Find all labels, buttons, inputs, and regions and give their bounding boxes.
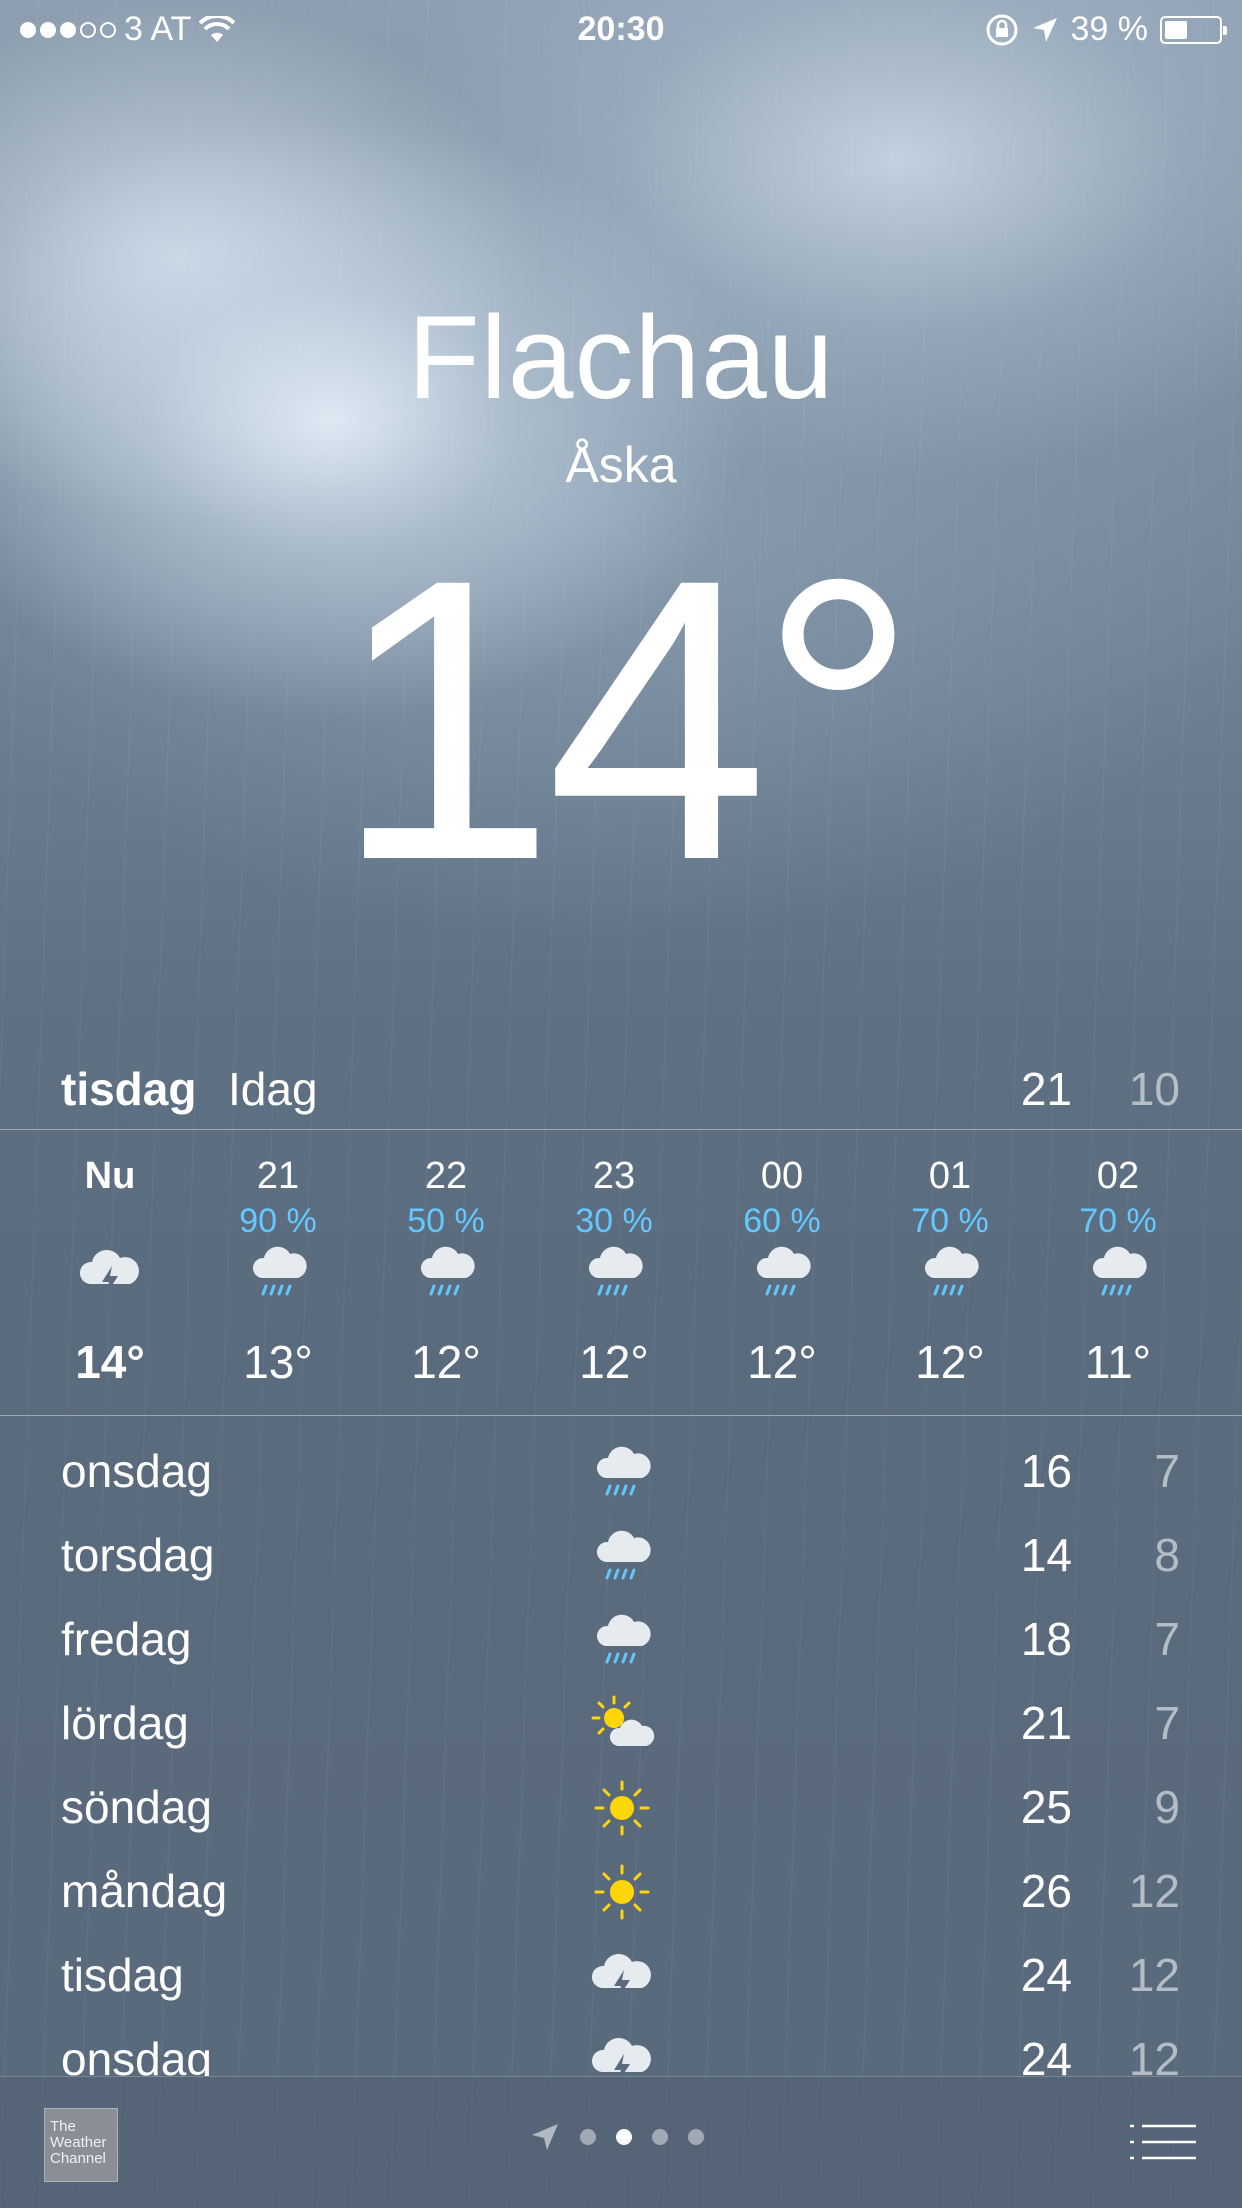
today-label: Idag [228, 1063, 318, 1115]
precipitation-chance: 70 % [911, 1202, 989, 1240]
hour-time: 23 [592, 1155, 636, 1197]
day-name: onsdag [61, 2033, 212, 2076]
battery-percentage: 39 % [1070, 10, 1149, 48]
rain-icon [587, 1608, 657, 1672]
hour-temperature: 12° [915, 1336, 985, 1388]
day-low: 12 [1128, 2033, 1180, 2076]
page-dot[interactable] [652, 2129, 668, 2145]
hour-temperature: 14° [75, 1336, 145, 1388]
day-name: torsdag [61, 1529, 215, 1581]
day-name: onsdag [61, 1445, 212, 1497]
battery-icon [1160, 15, 1227, 44]
rain-icon [414, 1240, 478, 1304]
rain-icon [918, 1240, 982, 1304]
day-high: 26 [1020, 1865, 1072, 1917]
day-name: måndag [61, 1865, 228, 1917]
thunderstorm-icon [587, 1944, 657, 2008]
hour-temperature: 12° [747, 1336, 817, 1388]
city-list-icon[interactable] [1130, 2122, 1196, 2162]
day-high: 18 [1020, 1613, 1072, 1665]
day-high: 25 [1020, 1781, 1072, 1833]
day-low: 7 [1154, 1445, 1180, 1497]
precipitation-chance: 30 % [575, 1202, 653, 1240]
rain-icon [1086, 1240, 1150, 1304]
day-low: 12 [1128, 1949, 1180, 2001]
page-dot[interactable] [580, 2129, 596, 2145]
precipitation-chance: 70 % [1079, 1202, 1157, 1240]
rain-icon [750, 1240, 814, 1304]
today-day: tisdag [61, 1063, 197, 1115]
weather-channel-logo[interactable]: The Weather Channel [44, 2108, 118, 2182]
hour-temperature: 12° [411, 1336, 481, 1388]
city-name: Flachau [407, 292, 835, 424]
hour-time: 01 [928, 1155, 972, 1197]
partly-sunny-icon [587, 1692, 657, 1756]
thunderstorm-icon [587, 2028, 657, 2076]
rain-icon [582, 1240, 646, 1304]
today-summary: tisdag Idag 21 10 [0, 1056, 1242, 1130]
day-high: 24 [1020, 1949, 1072, 2001]
today-low: 10 [1128, 1063, 1180, 1115]
rotation-lock-icon [986, 14, 1017, 45]
daily-row: fredag 18 7 [0, 1598, 1242, 1682]
current-temperature: 14° [333, 496, 919, 943]
daily-row: lördag 21 7 [0, 1682, 1242, 1766]
day-low: 9 [1154, 1781, 1180, 1833]
hour-time: 00 [760, 1155, 804, 1197]
day-high: 14 [1020, 1529, 1072, 1581]
sun-icon [587, 1776, 657, 1840]
daily-row: onsdag 24 12 [0, 2018, 1242, 2076]
day-low: 7 [1154, 1697, 1180, 1749]
daily-row: torsdag 14 8 [0, 1514, 1242, 1598]
location-arrow-icon [532, 2124, 558, 2150]
divider [0, 1415, 1242, 1416]
day-high: 16 [1020, 1445, 1072, 1497]
daily-row: onsdag 16 7 [0, 1430, 1242, 1514]
rain-icon [246, 1240, 310, 1304]
daily-row: söndag 25 9 [0, 1766, 1242, 1850]
rain-icon [587, 1440, 657, 1504]
status-bar: 3 AT 20:30 39 % [0, 0, 1242, 60]
hourly-forecast[interactable]: Nu 14° 21 90 % 13° 22 50 % 12° 23 30 % 12° 00 60 % 12… [0, 1130, 1242, 1415]
daily-row: måndag 26 12 [0, 1850, 1242, 1934]
hour-time: 02 [1096, 1155, 1140, 1197]
day-high: 21 [1020, 1697, 1072, 1749]
today-high: 21 [1020, 1063, 1072, 1115]
day-low: 7 [1154, 1613, 1180, 1665]
day-low: 12 [1128, 1865, 1180, 1917]
hour-time: 21 [256, 1155, 300, 1197]
location-arrow-icon [1032, 17, 1057, 42]
hour-time: 22 [424, 1155, 468, 1197]
daily-forecast[interactable]: onsdag 16 7 torsdag 14 8 fredag 18 7 lördag 21 7 sön… [0, 1430, 1242, 2076]
hour-temperature: 12° [579, 1336, 649, 1388]
daily-row: tisdag 24 12 [0, 1934, 1242, 2018]
precipitation-chance: 50 % [407, 1202, 485, 1240]
hour-temperature: 11° [1084, 1336, 1152, 1388]
precipitation-chance: 90 % [239, 1202, 317, 1240]
hour-temperature: 13° [243, 1336, 313, 1388]
sun-icon [587, 1860, 657, 1924]
thunderstorm-icon [78, 1240, 142, 1304]
rain-icon [587, 1524, 657, 1588]
precipitation-chance: 60 % [743, 1202, 821, 1240]
page-indicator[interactable] [530, 2122, 704, 2152]
page-dot-active[interactable] [616, 2129, 632, 2145]
page-dot[interactable] [688, 2129, 704, 2145]
day-name: tisdag [61, 1949, 184, 2001]
day-name: lördag [61, 1697, 189, 1749]
current-condition: Åska [565, 437, 677, 493]
day-name: fredag [61, 1613, 192, 1665]
day-high: 24 [1020, 2033, 1072, 2076]
day-name: söndag [61, 1781, 212, 1833]
day-low: 8 [1154, 1529, 1180, 1581]
bottom-bar: The Weather Channel [0, 2076, 1242, 2208]
hour-time: Nu [84, 1155, 136, 1197]
